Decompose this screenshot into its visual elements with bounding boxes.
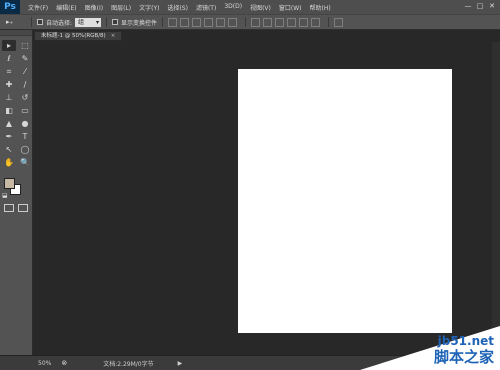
menu-file[interactable]: 文件(F) [24, 3, 52, 12]
distribute-vcenter-icon[interactable] [263, 17, 273, 27]
hand-tool-icon[interactable]: ✋ [2, 157, 16, 168]
maximize-icon[interactable]: □ [476, 2, 484, 10]
zoom-tool-icon[interactable]: 🔍 [18, 157, 32, 168]
screen-mode-icon[interactable] [18, 204, 28, 212]
watermark-name: 脚本之家 [433, 348, 494, 366]
auto-select-checkbox[interactable] [37, 19, 43, 25]
menu-filter[interactable]: 滤镜(T) [192, 3, 220, 12]
quick-select-tool-icon[interactable]: ✎ [18, 53, 32, 64]
crop-tool-icon[interactable]: ⌗ [2, 66, 16, 77]
menu-items: 文件(F) 编辑(E) 图像(I) 图层(L) 文字(Y) 选择(S) 滤镜(T… [24, 3, 335, 12]
move-tool-icon[interactable]: ▸ [2, 40, 16, 51]
menu-3d[interactable]: 3D(D) [220, 3, 246, 12]
menu-select[interactable]: 选择(S) [163, 3, 192, 12]
menu-window[interactable]: 窗口(W) [275, 3, 306, 12]
align-hcenter-icon[interactable] [216, 17, 226, 27]
zoom-level[interactable]: 50% [38, 360, 51, 367]
distribute-hcenter-icon[interactable] [299, 17, 309, 27]
eyedropper-tool-icon[interactable]: ⁄ [18, 66, 32, 77]
divider [162, 17, 164, 27]
distribute-left-icon[interactable] [287, 17, 297, 27]
menu-view[interactable]: 视图(V) [246, 3, 275, 12]
status-menu-arrow-icon[interactable]: ▶ [178, 360, 183, 367]
blur-tool-icon[interactable]: ▲ [2, 118, 16, 129]
document-info: 文档:2.29M/0字节 [103, 360, 154, 368]
close-icon[interactable]: ✕ [488, 2, 496, 10]
align-right-icon[interactable] [228, 17, 238, 27]
divider [31, 17, 32, 27]
default-colors-icon[interactable]: ⬓ [2, 192, 8, 199]
auto-select-label: 自动选择: [46, 19, 73, 27]
options-bar: ▸₊ 自动选择: 组 显示变换控件 [0, 14, 500, 30]
divider [328, 17, 330, 27]
quick-mask-icon[interactable] [4, 204, 14, 212]
gradient-tool-icon[interactable]: ▭ [18, 105, 32, 116]
tool-preset-picker[interactable]: ▸₊ [6, 18, 26, 26]
close-tab-icon[interactable]: × [111, 33, 116, 39]
eraser-tool-icon[interactable]: ◧ [2, 105, 16, 116]
menu-image[interactable]: 图像(I) [81, 3, 107, 12]
align-left-icon[interactable] [204, 17, 214, 27]
align-bottom-icon[interactable] [192, 17, 202, 27]
pen-tool-icon[interactable]: ✒ [2, 131, 16, 142]
vertical-scrollbar[interactable] [492, 42, 500, 355]
auto-select-dropdown[interactable]: 组 [75, 17, 102, 27]
show-transform-checkbox[interactable] [112, 19, 119, 25]
show-transform-label: 显示变换控件 [121, 19, 158, 27]
tools-panel: ▸ ⬚ ℓ ✎ ⌗ ⁄ ✚ ∕ ⊥ ↺ ◧ ▭ ▲ ● ✒ T ↖ ◯ ✋ 🔍 … [0, 30, 33, 355]
marquee-tool-icon[interactable]: ⬚ [18, 40, 32, 51]
distribute-right-icon[interactable] [311, 17, 321, 27]
menu-layer[interactable]: 图层(L) [107, 3, 135, 12]
lasso-tool-icon[interactable]: ℓ [2, 53, 16, 64]
document-canvas[interactable] [238, 69, 452, 333]
document-tab-title: 未标题-1 @ 50%(RGB/8) [41, 33, 106, 39]
menu-help[interactable]: 帮助(H) [306, 3, 335, 12]
foreground-color-swatch[interactable] [4, 178, 15, 189]
dodge-tool-icon[interactable]: ● [18, 118, 32, 129]
document-tab[interactable]: 未标题-1 @ 50%(RGB/8) × [34, 31, 123, 41]
auto-align-icon[interactable] [334, 17, 344, 27]
mode-row [0, 204, 32, 212]
stamp-tool-icon[interactable]: ⊥ [2, 92, 16, 103]
divider [106, 17, 108, 27]
minimize-icon[interactable]: — [464, 2, 472, 10]
align-vcenter-icon[interactable] [180, 17, 190, 27]
path-select-tool-icon[interactable]: ↖ [2, 144, 16, 155]
type-tool-icon[interactable]: T [18, 131, 32, 142]
distribute-top-icon[interactable] [251, 17, 261, 27]
healing-tool-icon[interactable]: ✚ [2, 79, 16, 90]
shape-tool-icon[interactable]: ◯ [18, 144, 32, 155]
align-top-icon[interactable] [168, 17, 178, 27]
window-controls: — □ ✕ [464, 2, 496, 10]
menu-bar: Ps 文件(F) 编辑(E) 图像(I) 图层(L) 文字(Y) 选择(S) 滤… [0, 0, 500, 14]
color-swatches: ⬓ [0, 176, 32, 202]
photoshop-logo: Ps [0, 0, 20, 14]
watermark: jb51.net 脚本之家 [360, 326, 500, 370]
history-brush-tool-icon[interactable]: ↺ [18, 92, 32, 103]
proof-icon[interactable]: ⊗ [61, 359, 67, 367]
menu-edit[interactable]: 编辑(E) [52, 3, 80, 12]
distribute-bottom-icon[interactable] [275, 17, 285, 27]
menu-type[interactable]: 文字(Y) [135, 3, 163, 12]
divider [245, 17, 247, 27]
tool-grid: ▸ ⬚ ℓ ✎ ⌗ ⁄ ✚ ∕ ⊥ ↺ ◧ ▭ ▲ ● ✒ T ↖ ◯ ✋ 🔍 [0, 36, 32, 172]
brush-tool-icon[interactable]: ∕ [18, 79, 32, 90]
